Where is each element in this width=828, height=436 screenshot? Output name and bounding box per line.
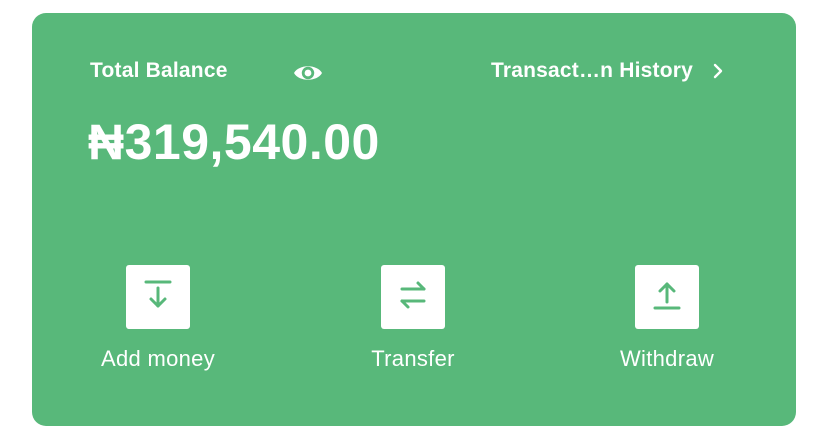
- add-money-label: Add money: [101, 346, 215, 371]
- transaction-history-label: Transact…n History: [491, 59, 693, 82]
- transfer-icon-tile: [381, 265, 445, 329]
- eye-icon[interactable]: [291, 58, 325, 88]
- withdraw-button[interactable]: Withdraw: [577, 265, 757, 372]
- transfer-button[interactable]: Transfer: [323, 265, 503, 372]
- chevron-right-icon: [711, 62, 725, 80]
- balance-amount: ₦319,540.00: [88, 114, 380, 170]
- upload-arrow-icon: [647, 275, 687, 320]
- transaction-history-link[interactable]: Transact…n History: [491, 57, 725, 85]
- download-arrow-icon: [138, 275, 178, 320]
- add-money-icon-tile: [126, 265, 190, 329]
- add-money-button[interactable]: Add money: [68, 265, 248, 372]
- total-balance-label: Total Balance: [90, 59, 228, 82]
- withdraw-label: Withdraw: [619, 346, 715, 371]
- withdraw-icon-tile: [635, 265, 699, 329]
- swap-arrows-icon: [393, 275, 433, 320]
- transfer-label: Transfer: [371, 346, 455, 371]
- balance-card: Total Balance Transact…n History ₦319,54…: [32, 13, 796, 426]
